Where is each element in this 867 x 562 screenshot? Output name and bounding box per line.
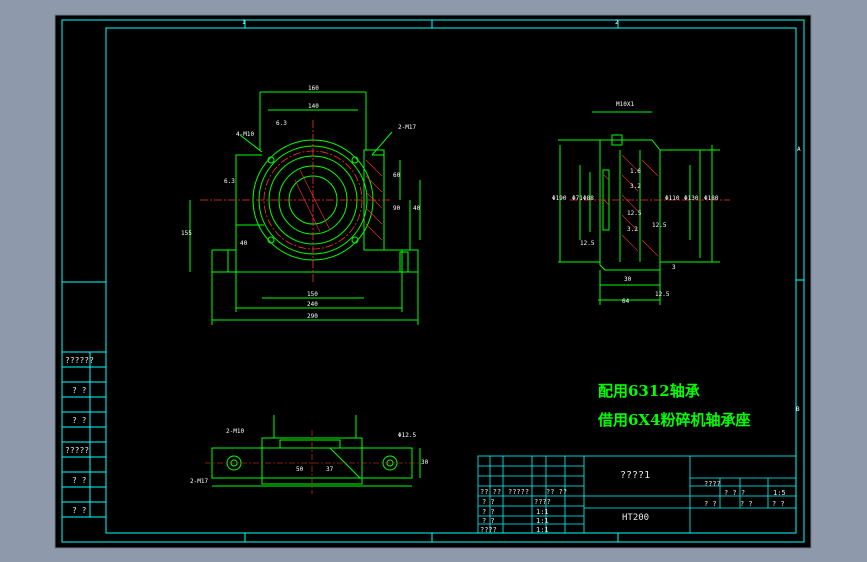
title-block-material: HT200 [622, 513, 650, 523]
technical-note-1: 配用6312轴承 [598, 382, 700, 400]
title-block-right-top: ? ? ? [724, 489, 746, 497]
side-label: ?????? [65, 356, 94, 365]
dim-label: 140 [308, 103, 319, 110]
paper-background [54, 14, 812, 549]
dim-label: Φ190 [552, 195, 567, 202]
title-block-row-value: 1:1 [536, 508, 549, 516]
drawing-sheet [54, 14, 812, 549]
dim-label: 150 [307, 291, 318, 298]
dim-label: M10X1 [616, 101, 635, 108]
callout-label: 6.3 [276, 120, 287, 127]
side-label: ? ? [72, 386, 87, 395]
grid-mark-top-2: 2 [615, 19, 619, 26]
dim-label: 240 [307, 301, 318, 308]
title-block-row-label: ? ? [482, 498, 495, 506]
title-block-right-top: ???? [704, 480, 721, 488]
title-block-right-bottom: ? ? [740, 500, 753, 508]
title-block-scale: 1:5 [773, 489, 786, 497]
callout-label: 40 [240, 240, 248, 247]
dim-label: 40 [413, 205, 421, 212]
callout-label: 4-M10 [236, 131, 255, 138]
callout-label: 37 [326, 466, 334, 473]
title-block-row-label: ???? [480, 526, 497, 534]
callout-label: 2-M10 [226, 428, 245, 435]
callout-label: Φ12.5 [398, 432, 417, 439]
dim-label: 64 [622, 298, 630, 305]
dim-label: 160 [308, 85, 319, 92]
title-block-right-bottom: ? ? [772, 500, 785, 508]
title-block-row-value: 1:1 [536, 517, 549, 525]
title-block-header: ?? ?? [546, 488, 568, 496]
title-block-header: ????? [508, 488, 530, 496]
dim-label: 290 [307, 313, 318, 320]
dim-label: Φ130 [684, 195, 699, 202]
cad-viewport[interactable]: 1 2 A B 配用6312轴承 借用6X4粉碎机轴承座 ?????? ? ? … [0, 0, 867, 562]
side-label: ? ? [72, 476, 87, 485]
dim-label: Φ71 [572, 195, 583, 202]
dim-label: 60 [393, 172, 401, 179]
callout-label: 2-M17 [398, 124, 417, 131]
callout-label: 6.3 [224, 178, 235, 185]
dim-label: 155 [181, 230, 192, 237]
technical-note-2: 借用6X4粉碎机轴承座 [598, 411, 751, 429]
callout-label: 30 [421, 459, 429, 466]
title-block-right-bottom: ? ? [704, 500, 717, 508]
dim-label: Φ180 [704, 195, 719, 202]
title-block-header: ?? ?? [480, 488, 502, 496]
grid-mark-top-1: 1 [242, 19, 246, 26]
title-block-drawing-name: ????1 [620, 470, 651, 481]
dim-label: 3.2 [627, 226, 638, 233]
callout-label: 2-M17 [190, 478, 209, 485]
grid-mark-right-b: B [796, 406, 800, 413]
dim-label: 12.5 [655, 291, 670, 298]
side-label: ? ? [72, 506, 87, 515]
grid-mark-right-a: A [797, 146, 801, 153]
title-block-row-value: ???? [534, 498, 551, 506]
title-block-row-label: ? ? [482, 508, 495, 516]
dim-label: 90 [393, 205, 401, 212]
dim-label: 3 [672, 264, 676, 271]
dim-label: 12.5 [627, 210, 642, 217]
title-block-row-value: 1:1 [536, 526, 549, 534]
dim-label: 30 [624, 276, 632, 283]
side-label: ????? [65, 446, 90, 455]
dim-label: 3.2 [630, 183, 641, 190]
dim-label: 12.5 [652, 222, 667, 229]
side-label: ? ? [72, 416, 87, 425]
dim-label: Φ110 [665, 195, 680, 202]
callout-label: 50 [296, 466, 304, 473]
dim-label: 12.5 [580, 240, 595, 247]
dim-label: Φ88 [583, 195, 594, 202]
dim-label: 1.6 [630, 168, 641, 175]
title-block-row-label: ? ? [482, 517, 495, 525]
